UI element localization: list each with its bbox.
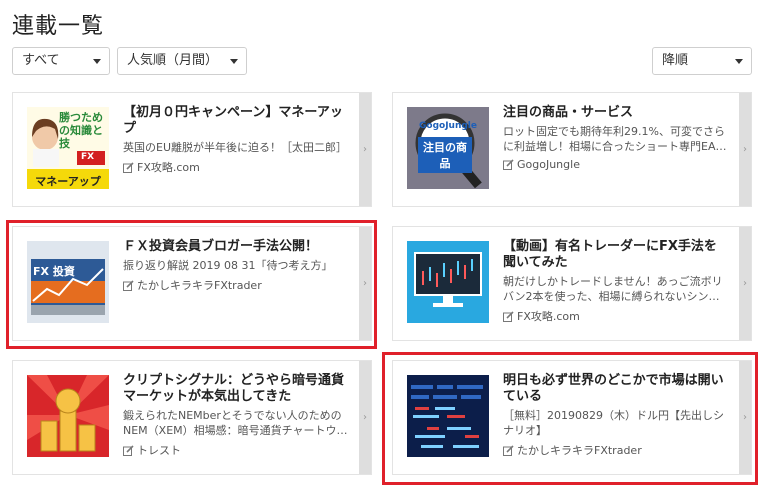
card-description: ［無料］20190829（木）ドル円【先出しシナリオ】 xyxy=(503,409,724,437)
sort-select-value: 人気順（月間） xyxy=(127,53,219,68)
card-author: FX攻略.com xyxy=(123,159,349,175)
order-select[interactable]: 降順 xyxy=(652,47,752,75)
order-select-value: 降順 xyxy=(662,53,689,68)
card-arrow: › xyxy=(359,93,371,206)
card-author-name: FX攻略.com xyxy=(517,310,580,323)
chevron-right-icon: › xyxy=(363,412,367,423)
series-card[interactable]: FX 投資 ＦＸ投資会員ブロガー手法公開！ 振り返り解説 2019 08 31「… xyxy=(12,226,372,341)
series-card[interactable]: GogoJungle 注目の商品 注目の商品・サービス ロット固定でも期待年利2… xyxy=(392,92,752,207)
pencil-icon xyxy=(503,444,514,456)
card-author-name: FX攻略.com xyxy=(137,161,200,174)
chevron-right-icon: › xyxy=(363,144,367,155)
card-author: FX攻略.com xyxy=(503,308,729,324)
chevron-right-icon: › xyxy=(743,278,747,289)
chevron-right-icon: › xyxy=(743,144,747,155)
card-author-name: トレスト xyxy=(137,444,181,457)
series-card[interactable]: クリプトシグナル：どうやら暗号通貨マーケットが本気出してきた 鍛えられたNEMb… xyxy=(12,360,372,475)
card-author: たかしキラキラFXtrader xyxy=(503,442,729,458)
series-card[interactable]: 明日も必ず世界のどこかで市場は開いている ［無料］20190829（木）ドル円【… xyxy=(392,360,752,475)
card-arrow: › xyxy=(739,93,751,206)
card-author-name: たかしキラキラFXtrader xyxy=(137,279,262,292)
thumbnail-caption: マネーアップ xyxy=(35,175,101,188)
card-title: 【初月０円キャンペーン】マネーアップ xyxy=(123,105,343,136)
pencil-icon xyxy=(503,159,514,170)
series-thumbnail xyxy=(407,375,489,457)
category-select-value: すべて xyxy=(22,53,60,68)
card-arrow: › xyxy=(359,227,371,340)
card-description: 英国のEU離脱が半年後に迫る！［太田二郎］ xyxy=(123,141,348,154)
chevron-down-icon xyxy=(735,59,743,64)
series-card[interactable]: 【動画】有名トレーダーにFX手法を聞いてみた 朝だけしかトレードしません！あっご… xyxy=(392,226,752,341)
card-description: 鍛えられたNEMberとそうでない人のためのNEM（XEM）相場感：暗号通貨チャ… xyxy=(123,409,348,437)
pencil-icon xyxy=(123,161,134,173)
card-title: 【動画】有名トレーダーにFX手法を聞いてみた xyxy=(503,239,717,270)
series-thumbnail xyxy=(27,375,109,457)
chevron-right-icon: › xyxy=(743,412,747,423)
chevron-right-icon: › xyxy=(363,278,367,289)
card-author-name: たかしキラキラFXtrader xyxy=(517,444,642,457)
card-title: 明日も必ず世界のどこかで市場は開いている xyxy=(503,373,724,404)
card-arrow: › xyxy=(739,227,751,340)
thumbnail-caption: FX 投資 xyxy=(33,265,75,278)
card-author-name: GogoJungle xyxy=(517,158,580,171)
category-select[interactable]: すべて xyxy=(12,47,110,75)
card-title: 注目の商品・サービス xyxy=(503,105,634,120)
pencil-icon xyxy=(123,279,134,291)
card-title: ＦＸ投資会員ブロガー手法公開！ xyxy=(123,239,319,254)
thumbnail-caption: 勝つための知識と技 xyxy=(59,111,103,150)
series-card[interactable]: 勝つための知識と技 FX マネーアップ 【初月０円キャンペーン】マネーアップ 英… xyxy=(12,92,372,207)
card-author: たかしキラキラFXtrader xyxy=(123,277,349,293)
series-thumbnail: FX 投資 xyxy=(27,241,109,323)
card-arrow: › xyxy=(739,361,751,474)
thumbnail-logo: FX xyxy=(81,152,95,162)
card-arrow: › xyxy=(359,361,371,474)
sort-select[interactable]: 人気順（月間） xyxy=(117,47,247,75)
card-description: 朝だけしかトレードしません！あっご流ボリバン2本を使った、相場に縛られないシン… xyxy=(503,275,723,303)
card-description: ロット固定でも期待年利29.1%、可変でさらに利益増し！相場に合ったショート専門… xyxy=(503,125,727,153)
card-author: GogoJungle xyxy=(503,158,729,171)
card-description: 振り返り解説 2019 08 31「待つ考え方」 xyxy=(123,259,333,272)
chevron-down-icon xyxy=(230,59,238,64)
thumbnail-caption: GogoJungle xyxy=(419,121,477,131)
thumbnail-caption: 注目の商品 xyxy=(418,137,472,173)
chevron-down-icon xyxy=(93,59,101,64)
pencil-icon xyxy=(503,310,514,322)
series-thumbnail: 勝つための知識と技 FX マネーアップ xyxy=(27,107,109,189)
pencil-icon xyxy=(123,444,134,456)
card-title: クリプトシグナル：どうやら暗号通貨マーケットが本気出してきた xyxy=(123,373,345,404)
card-author: トレスト xyxy=(123,442,349,458)
page-title: 連載一覧 xyxy=(12,14,105,39)
series-thumbnail xyxy=(407,241,489,323)
series-thumbnail: GogoJungle 注目の商品 xyxy=(407,107,489,189)
